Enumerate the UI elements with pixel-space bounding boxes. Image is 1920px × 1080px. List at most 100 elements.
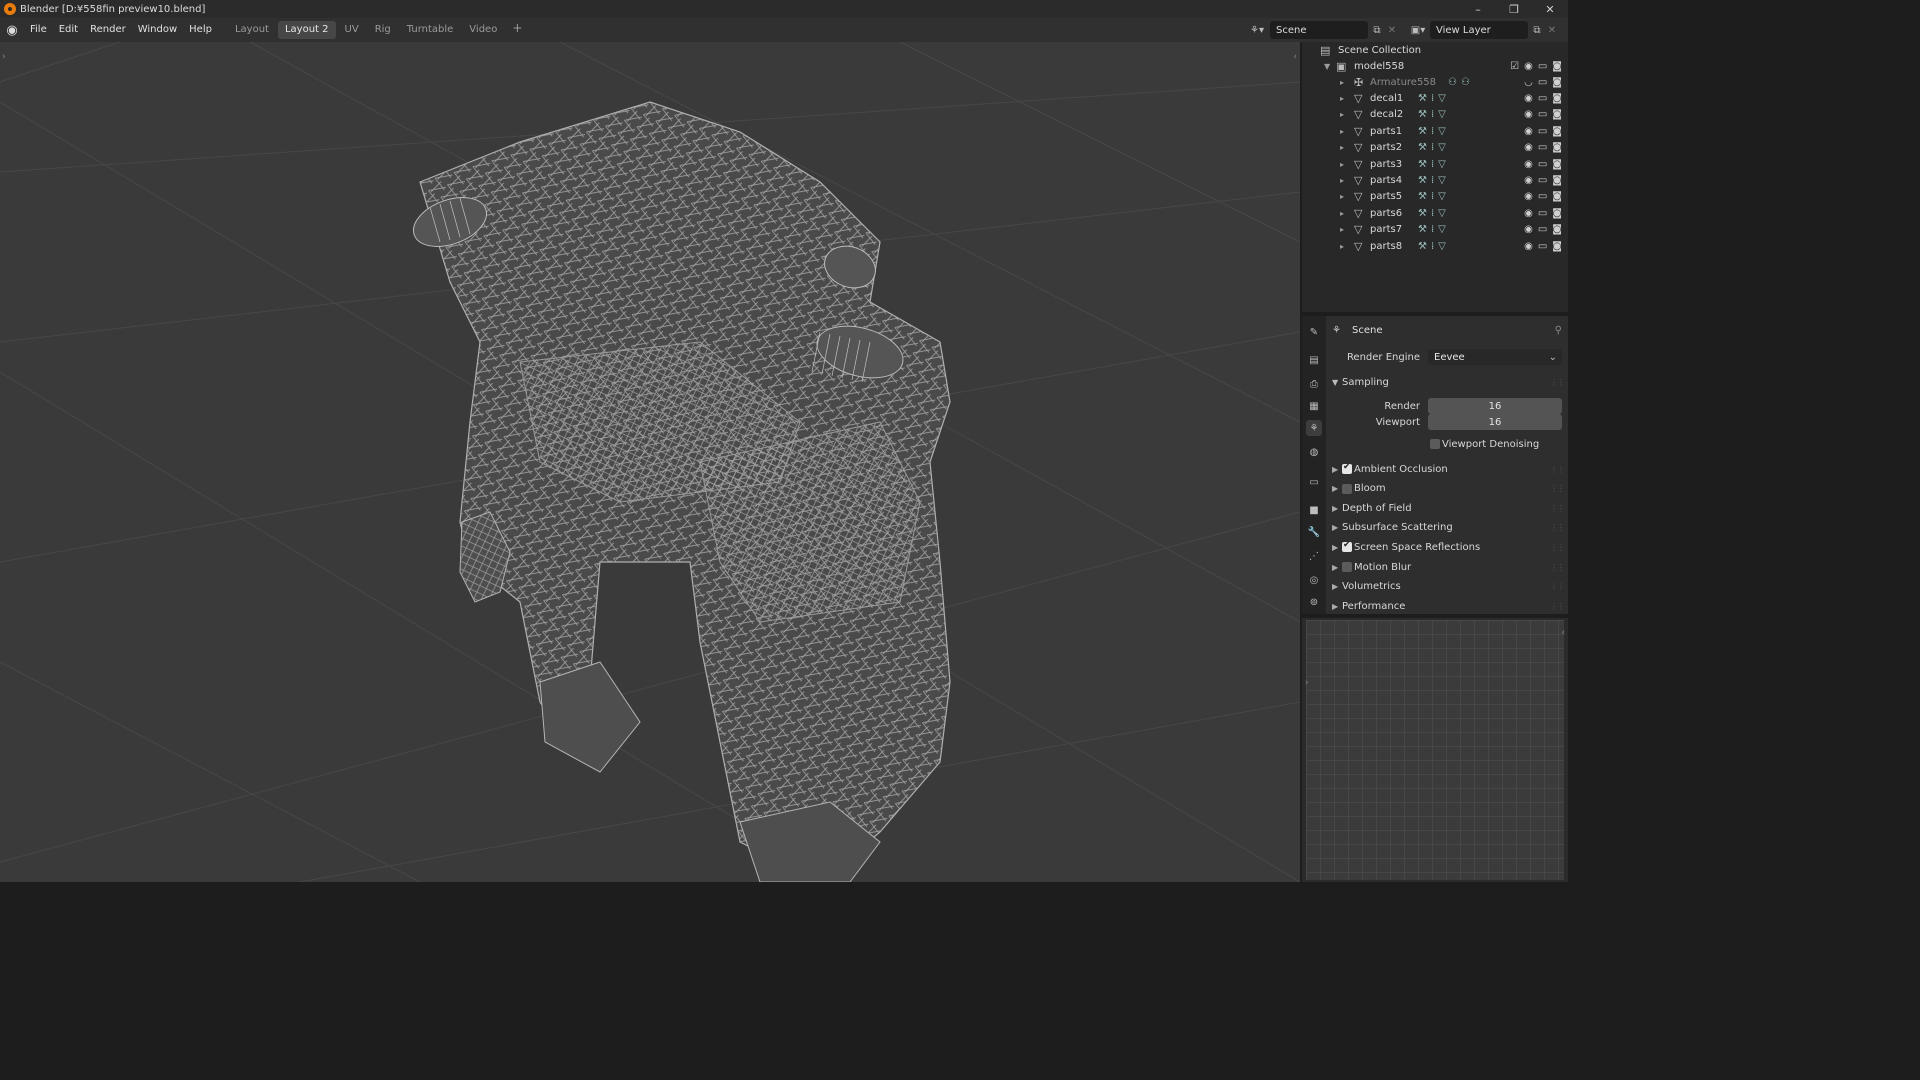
menu-file[interactable]: File	[24, 20, 53, 40]
camera-icon[interactable]: ◙	[1552, 77, 1562, 88]
monitor-icon[interactable]: ▭	[1538, 159, 1547, 170]
mesh-data-icon[interactable]: ▽	[1438, 126, 1446, 137]
eye-icon[interactable]: ◉	[1524, 191, 1533, 202]
drag-handle-icon[interactable]: ⋮⋮	[1550, 582, 1565, 591]
eye-icon[interactable]: ◉	[1524, 61, 1533, 72]
tab-turntable[interactable]: Turntable	[400, 21, 461, 39]
bone-icon[interactable]: ⚇	[1461, 77, 1470, 88]
render-panel-header[interactable]: ▶ Ambient Occlusion ⋮⋮	[1326, 461, 1568, 477]
outliner-item[interactable]: ▸ ▽ parts3 ⚒ ⁞ ▽ ◉ ▭ ◙	[1302, 156, 1568, 172]
restore-button[interactable]: ❐	[1496, 0, 1532, 18]
expand-icon[interactable]: ▸	[1340, 192, 1344, 201]
wrench-icon[interactable]: ⚒	[1418, 175, 1427, 186]
monitor-icon[interactable]: ▭	[1538, 224, 1547, 235]
outliner-item[interactable]: ▸ ▽ parts6 ⚒ ⁞ ▽ ◉ ▭ ◙	[1302, 205, 1568, 221]
render-panel-header[interactable]: ▶ Subsurface Scattering ⋮⋮	[1326, 520, 1568, 536]
scene-selector-icon[interactable]: ⚘▾	[1246, 21, 1268, 39]
outliner-item[interactable]: ▸ ▽ parts2 ⚒ ⁞ ▽ ◉ ▭ ◙	[1302, 140, 1568, 156]
pin-icon[interactable]: ⚲	[1555, 325, 1562, 336]
menu-window[interactable]: Window	[132, 20, 183, 40]
menu-help[interactable]: Help	[183, 20, 218, 40]
vertex-groups-icon[interactable]: ⁞	[1431, 159, 1434, 170]
vertex-groups-icon[interactable]: ⁞	[1431, 241, 1434, 252]
camera-icon[interactable]: ◙	[1552, 61, 1562, 72]
panel-enable-checkbox[interactable]	[1342, 562, 1352, 572]
properties-editor[interactable]: ✎ ▤ ⎙ ▦ ⚘ ◍ ▭ ■ 🔧 ⋰ ◎ ⊚ ⚘ Scene ⚲ Render…	[1302, 316, 1568, 614]
drag-handle-icon[interactable]: ⋮⋮	[1550, 563, 1565, 572]
expand-icon[interactable]: ▸	[1340, 225, 1344, 234]
tab-uv[interactable]: UV	[338, 21, 366, 39]
monitor-icon[interactable]: ▭	[1538, 109, 1547, 120]
toolbar-expand-icon[interactable]: ›	[2, 52, 6, 62]
outliner-item[interactable]: ▸ ▽ decal1 ⚒ ⁞ ▽ ◉ ▭ ◙	[1302, 90, 1568, 106]
viewport-samples-field[interactable]: 16	[1428, 414, 1562, 430]
mesh-data-icon[interactable]: ▽	[1438, 191, 1446, 202]
expand-icon[interactable]: ▸	[1340, 110, 1344, 119]
tab-layout[interactable]: Layout	[228, 21, 276, 39]
render-panel-header[interactable]: ▶ Depth of Field ⋮⋮	[1326, 500, 1568, 516]
collection-tab-icon[interactable]: ▭	[1306, 474, 1322, 490]
expand-icon[interactable]: ▸	[1340, 143, 1344, 152]
mesh-data-icon[interactable]: ▽	[1438, 159, 1446, 170]
expand-icon[interactable]: ▸	[1340, 78, 1344, 87]
expand-icon[interactable]: ▸	[1340, 94, 1344, 103]
expand-right-icon[interactable]: ‹	[1561, 628, 1565, 638]
vertex-groups-icon[interactable]: ⁞	[1431, 191, 1434, 202]
wrench-icon[interactable]: ⚒	[1418, 159, 1427, 170]
vertex-groups-icon[interactable]: ⁞	[1431, 109, 1434, 120]
close-button[interactable]: ✕	[1532, 0, 1568, 18]
tab-layout-2[interactable]: Layout 2	[277, 21, 336, 39]
eye-icon[interactable]: ◉	[1524, 93, 1533, 104]
drag-handle-icon[interactable]: ⋮⋮	[1550, 602, 1565, 611]
monitor-icon[interactable]: ▭	[1538, 191, 1547, 202]
wrench-icon[interactable]: ⚒	[1418, 241, 1427, 252]
drag-handle-icon[interactable]: ⋮⋮	[1550, 543, 1565, 552]
object-tab-icon[interactable]: ■	[1306, 502, 1322, 518]
eye-icon[interactable]: ◉	[1524, 241, 1533, 252]
camera-icon[interactable]: ◙	[1552, 93, 1562, 104]
outliner-item[interactable]: ▸ ▽ parts5 ⚒ ⁞ ▽ ◉ ▭ ◙	[1302, 189, 1568, 205]
monitor-icon[interactable]: ▭	[1538, 175, 1547, 186]
vertex-groups-icon[interactable]: ⁞	[1431, 142, 1434, 153]
outliner-item[interactable]: ▸ ▽ parts4 ⚒ ⁞ ▽ ◉ ▭ ◙	[1302, 172, 1568, 188]
vertex-groups-icon[interactable]: ⁞	[1431, 208, 1434, 219]
mesh-data-icon[interactable]: ▽	[1438, 93, 1446, 104]
outliner-item[interactable]: ▸ ▽ parts8 ⚒ ⁞ ▽ ◉ ▭ ◙	[1302, 238, 1568, 254]
output-tab-icon[interactable]: ⎙	[1306, 376, 1322, 392]
new-scene-icon[interactable]: ⧉	[1370, 21, 1384, 39]
monitor-icon[interactable]: ▭	[1538, 208, 1547, 219]
world-tab-icon[interactable]: ◍	[1306, 444, 1322, 460]
monitor-icon[interactable]: ▭	[1538, 61, 1547, 72]
delete-scene-icon[interactable]: ✕	[1386, 21, 1398, 39]
mesh-data-icon[interactable]: ▽	[1438, 109, 1446, 120]
drag-handle-icon[interactable]: ⋮⋮	[1550, 523, 1565, 532]
drag-handle-icon[interactable]: ⋮⋮	[1550, 465, 1565, 474]
camera-icon[interactable]: ◙	[1552, 175, 1562, 186]
expand-icon[interactable]: ▸	[1340, 160, 1344, 169]
camera-icon[interactable]: ◙	[1552, 208, 1562, 219]
eye-icon[interactable]: ◉	[1524, 224, 1533, 235]
drag-handle-icon[interactable]: ⋮⋮	[1550, 484, 1565, 493]
eye-icon[interactable]: ◉	[1524, 142, 1533, 153]
monitor-icon[interactable]: ▭	[1538, 241, 1547, 252]
vertex-groups-icon[interactable]: ⁞	[1431, 93, 1434, 104]
tool-tab-icon[interactable]: ✎	[1306, 324, 1322, 340]
mesh-data-icon[interactable]: ▽	[1438, 142, 1446, 153]
eye-icon[interactable]: ◉	[1524, 175, 1533, 186]
modifier-tab-icon[interactable]: 🔧	[1306, 524, 1322, 540]
mesh-data-icon[interactable]: ▽	[1438, 224, 1446, 235]
wrench-icon[interactable]: ⚒	[1418, 126, 1427, 137]
tab-rig[interactable]: Rig	[368, 21, 398, 39]
scene-name-field[interactable]: Scene	[1270, 21, 1368, 39]
monitor-icon[interactable]: ▭	[1538, 142, 1547, 153]
eye-icon[interactable]: ◉	[1524, 126, 1533, 137]
tab-video[interactable]: Video	[462, 21, 504, 39]
constraints-tab-icon[interactable]: ⊚	[1306, 594, 1322, 610]
pose-icon[interactable]: ⚇	[1448, 77, 1457, 88]
minimize-button[interactable]: –	[1460, 0, 1496, 18]
outliner-scene-collection[interactable]: ▤ Scene Collection	[1302, 42, 1568, 58]
3d-viewport[interactable]: › ‹	[0, 42, 1300, 882]
camera-icon[interactable]: ◙	[1552, 159, 1562, 170]
view-layer-icon[interactable]: ▣▾	[1408, 21, 1428, 39]
checkbox-icon[interactable]: ☑	[1510, 61, 1519, 72]
